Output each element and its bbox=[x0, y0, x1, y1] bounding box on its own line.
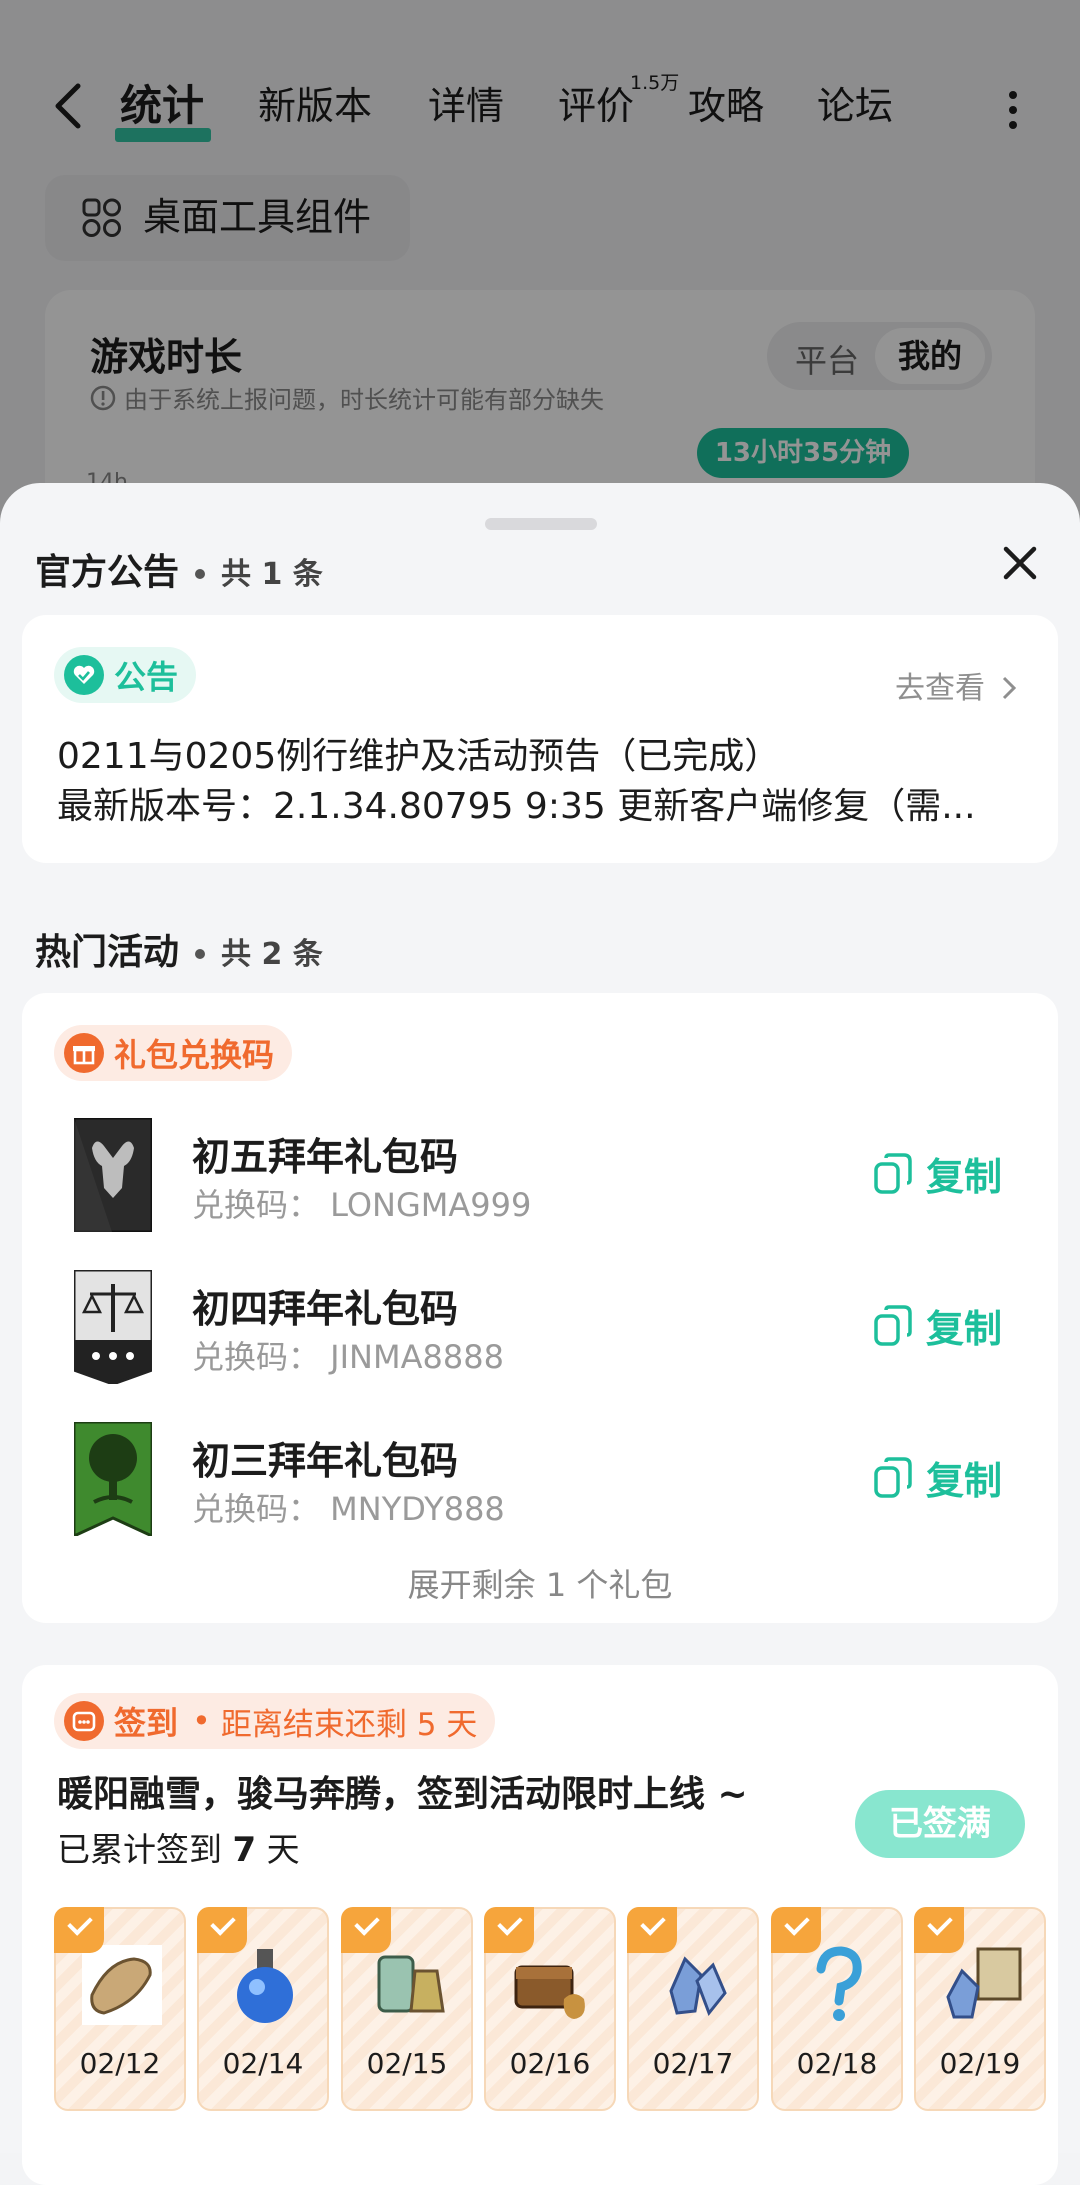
view-link-label: 去查看 bbox=[895, 671, 985, 706]
activity-section-title: 热门活动 共 2 条 bbox=[35, 923, 323, 975]
copy-button[interactable]: 复制 bbox=[872, 1146, 1002, 1201]
gift-code-tag: 礼包兑换码 bbox=[54, 1025, 293, 1081]
checkin-date: 02/14 bbox=[222, 2047, 304, 2080]
checked-icon bbox=[341, 1907, 391, 1953]
gift-code-card: 礼包兑换码 初五拜年礼包码 兑换码： LONGMA999 复制 初四拜年礼包码 … bbox=[22, 993, 1058, 1623]
checkin-day[interactable]: 02/17 bbox=[627, 1907, 759, 2111]
copy-label: 复制 bbox=[926, 1155, 1003, 1199]
checkin-date: 02/19 bbox=[939, 2047, 1021, 2080]
copy-label: 复制 bbox=[926, 1307, 1003, 1351]
announcement-count: 共 1 条 bbox=[221, 557, 323, 592]
checkin-title: 暖阳融雪，骏马奔腾，签到活动限时上线 ~ bbox=[57, 1774, 748, 1815]
gift-code: 兑换码： MNYDY888 bbox=[192, 1490, 505, 1528]
checkin-days-row: 02/12 02/14 02/15 02/16 02/17 02/18 02/1… bbox=[54, 1907, 1080, 2112]
checkin-total-days: 7 bbox=[232, 1830, 257, 1870]
checked-icon bbox=[771, 1907, 821, 1953]
copy-icon bbox=[874, 1152, 912, 1194]
gift-code: 兑换码： LONGMA999 bbox=[192, 1186, 532, 1224]
checkin-date: 02/17 bbox=[652, 2047, 734, 2080]
checkin-tag-label: 签到 bbox=[114, 1704, 179, 1742]
heart-icon bbox=[64, 655, 104, 695]
checkin-date: 02/12 bbox=[79, 2047, 161, 2080]
gift-item: 初三拜年礼包码 兑换码： MNYDY888 复制 bbox=[22, 1422, 1058, 1542]
announcement-line-1: 0211与0205例行维护及活动预告（已完成） bbox=[57, 736, 781, 777]
crystal-reward-icon bbox=[669, 1956, 727, 2016]
chevron-right-icon bbox=[1002, 676, 1016, 700]
checkin-day[interactable]: 02/18 bbox=[771, 1907, 903, 2111]
checkin-day[interactable]: 02/19 bbox=[914, 1907, 1046, 2111]
modal-overlay[interactable] bbox=[0, 0, 1080, 540]
announcement-tag: 公告 bbox=[54, 647, 197, 703]
checked-icon bbox=[197, 1907, 247, 1953]
announcement-card[interactable]: 公告 去查看 0211与0205例行维护及活动预告（已完成） 最新版本号：2.1… bbox=[22, 615, 1058, 863]
checkin-dot: • bbox=[192, 1702, 211, 1740]
gift-code: 兑换码： JINMA8888 bbox=[192, 1338, 504, 1376]
checkin-date: 02/15 bbox=[366, 2047, 448, 2080]
gift-item: 初四拜年礼包码 兑换码： JINMA8888 复制 bbox=[22, 1270, 1058, 1390]
checked-icon bbox=[484, 1907, 534, 1953]
announcement-section-label: 官方公告 bbox=[35, 552, 180, 593]
gift-name: 初四拜年礼包码 bbox=[192, 1287, 459, 1331]
activity-bottom-sheet: 官方公告 共 1 条 公告 去查看 0211与0205例行维护及活动预告（已完成）… bbox=[0, 483, 1080, 2185]
checked-icon bbox=[627, 1907, 677, 1953]
tree-banner-icon bbox=[74, 1422, 152, 1536]
checkin-remaining: 距离结束还剩 5 天 bbox=[220, 1706, 478, 1743]
checkin-date: 02/16 bbox=[509, 2047, 591, 2080]
checkin-total: 已累计签到 7 天 bbox=[57, 1823, 300, 1871]
view-announcement-link[interactable]: 去查看 bbox=[895, 663, 1017, 707]
signed-full-button[interactable]: 已签满 bbox=[855, 1790, 1025, 1858]
announcement-line-2: 最新版本号：2.1.34.80795 9:35 更新客户端修复（需... bbox=[57, 786, 976, 827]
gift-name: 初三拜年礼包码 bbox=[192, 1439, 459, 1483]
announcement-section-title: 官方公告 共 1 条 bbox=[35, 543, 323, 595]
chest-reward-icon bbox=[514, 1965, 585, 2019]
drag-handle[interactable] bbox=[485, 518, 597, 530]
calendar-icon bbox=[64, 1701, 104, 1741]
checkin-total-prefix: 已累计签到 bbox=[57, 1830, 222, 1869]
checkin-day[interactable]: 02/16 bbox=[484, 1907, 616, 2111]
scroll-reward-icon bbox=[82, 1945, 162, 2025]
activity-section-label: 热门活动 bbox=[35, 932, 180, 973]
checkin-total-suffix: 天 bbox=[266, 1830, 300, 1869]
potion-reward-icon bbox=[237, 1949, 293, 2023]
copy-icon bbox=[874, 1304, 912, 1346]
scales-banner-icon bbox=[74, 1270, 152, 1384]
activity-count: 共 2 条 bbox=[221, 937, 323, 972]
gift-code-tag-label: 礼包兑换码 bbox=[114, 1036, 275, 1074]
close-icon[interactable] bbox=[1000, 543, 1040, 583]
gift-item: 初五拜年礼包码 兑换码： LONGMA999 复制 bbox=[22, 1118, 1058, 1238]
checkin-card: 签到 • 距离结束还剩 5 天 暖阳融雪，骏马奔腾，签到活动限时上线 ~ 已累计… bbox=[22, 1665, 1058, 2185]
bull-banner-icon bbox=[74, 1118, 152, 1232]
copy-button[interactable]: 复制 bbox=[872, 1298, 1002, 1353]
checkin-date: 02/18 bbox=[796, 2047, 878, 2080]
copy-button[interactable]: 复制 bbox=[872, 1450, 1002, 1505]
flask-reward-icon bbox=[377, 1955, 445, 2013]
question-rune-icon bbox=[816, 1946, 862, 2021]
gift-name: 初五拜年礼包码 bbox=[192, 1135, 459, 1179]
copy-icon bbox=[874, 1456, 912, 1498]
announcement-tag-label: 公告 bbox=[114, 658, 179, 696]
expand-gifts-link[interactable]: 展开剩余 1 个礼包 bbox=[22, 1560, 1058, 1606]
copy-label: 复制 bbox=[926, 1459, 1003, 1503]
checkin-day[interactable]: 02/12 bbox=[54, 1907, 186, 2111]
checkin-day[interactable]: 02/15 bbox=[341, 1907, 473, 2111]
gift-icon bbox=[64, 1033, 104, 1073]
checked-icon bbox=[914, 1907, 964, 1953]
checked-icon bbox=[54, 1907, 104, 1953]
checkin-day[interactable]: 02/14 bbox=[197, 1907, 329, 2111]
checkin-tag: 签到 • 距离结束还剩 5 天 bbox=[54, 1693, 496, 1749]
crystal-letter-reward-icon bbox=[946, 1947, 1022, 2019]
